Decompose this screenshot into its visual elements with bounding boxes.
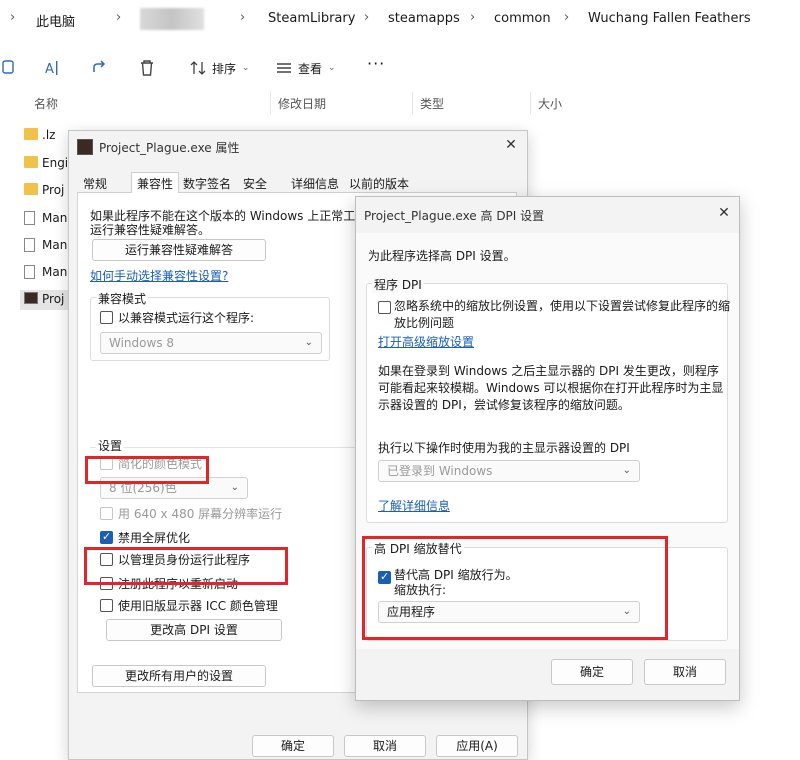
close-icon[interactable]: ✕ (714, 205, 734, 221)
props-ok-button[interactable]: 确定 (252, 735, 334, 757)
res-640-label: 用 640 x 480 屏幕分辨率运行 (118, 507, 283, 521)
override-system-checkbox[interactable] (378, 301, 391, 314)
chevron-down-icon: ⌄ (242, 63, 250, 73)
program-dpi-label: 程序 DPI (372, 276, 424, 293)
file-icon (24, 265, 35, 279)
highlight-dpi-override (362, 536, 668, 640)
column-name[interactable]: 名称 (34, 95, 58, 112)
change-dpi-button[interactable]: 更改高 DPI 设置 (106, 619, 282, 641)
breadcrumb-this-pc[interactable]: 此电脑 (36, 11, 75, 30)
chevron-down-icon: ⌄ (328, 63, 336, 73)
folder-icon (24, 128, 38, 140)
dpi-ok-button[interactable]: 确定 (551, 659, 633, 685)
advanced-scaling-link[interactable]: 打开高级缩放设置 (378, 333, 474, 350)
app-icon (77, 139, 93, 155)
rename-icon[interactable]: A (42, 58, 62, 78)
dpi-choose-text: 为此程序选择高 DPI 设置。 (368, 249, 516, 263)
compat-mode-checkbox[interactable] (100, 311, 113, 324)
more-options-icon[interactable]: ··· (367, 54, 385, 73)
breadcrumb-game-folder[interactable]: Wuchang Fallen Feathers (588, 11, 751, 26)
column-header: 名称 修改日期 类型 大小 (0, 92, 800, 114)
chevron-right-icon: › (470, 10, 476, 25)
file-icon (24, 211, 35, 225)
column-size[interactable]: 大小 (538, 95, 562, 112)
tab-digital-signatures[interactable]: 数字签名 (183, 175, 231, 192)
props-apply-button[interactable]: 应用(A) (436, 735, 518, 757)
compat-mode-checkbox-label: 以兼容模式运行这个程序: (118, 311, 255, 325)
highlight-disable-fullscreen (85, 456, 209, 484)
settings-label: 设置 (96, 437, 125, 454)
breadcrumb-common[interactable]: common (494, 11, 551, 26)
file-icon (24, 238, 35, 252)
override-system-line2: 放比例问题 (394, 316, 455, 330)
tab-compatibility[interactable]: 兼容性 (137, 175, 173, 192)
highlight-change-dpi (84, 547, 288, 585)
dpi-explain-line1: 如果在登录到 Windows 之后主显示器的 DPI 发生更改，则程序 (378, 364, 719, 378)
tab-details[interactable]: 详细信息 (291, 175, 339, 192)
properties-title: Project_Plague.exe 属性 (99, 141, 240, 155)
tab-bar: 常规 兼容性 数字签名 安全 详细信息 以前的版本 (77, 172, 517, 194)
dpi-explain-line2: 可能看起来较模糊。Windows 可以根据你在打开此程序时为主显 (378, 381, 724, 395)
tab-security[interactable]: 安全 (243, 175, 267, 192)
address-bar[interactable]: › 此电脑 › › SteamLibrary › steamapps › com… (0, 0, 800, 40)
use-dpi-select[interactable]: 已登录到 Windows ⌄ (378, 460, 640, 482)
change-all-users-button[interactable]: 更改所有用户的设置 (92, 665, 266, 687)
override-system-line1: 忽略系统中的缩放比例设置，使用以下设置尝试修复此程序的缩 (394, 299, 731, 313)
props-cancel-button[interactable]: 取消 (344, 735, 426, 757)
tab-general[interactable]: 常规 (83, 175, 107, 192)
chevron-right-icon: › (10, 10, 16, 25)
breadcrumb-steamapps[interactable]: steamapps (388, 11, 460, 26)
share-icon[interactable] (90, 58, 110, 78)
dpi-cancel-button[interactable]: 取消 (644, 659, 726, 685)
disable-fullscreen-label: 禁用全屏优化 (118, 531, 191, 545)
sort-icon[interactable] (188, 58, 208, 78)
chevron-right-icon: › (240, 10, 246, 25)
view-button[interactable]: 查看 (298, 60, 322, 77)
copy-icon[interactable] (0, 58, 20, 78)
column-type[interactable]: 类型 (420, 95, 444, 112)
manual-settings-link[interactable]: 如何手动选择兼容性设置? (90, 267, 228, 284)
use-dpi-label: 执行以下操作时使用为我的主显示器设置的 DPI (378, 441, 630, 455)
view-icon[interactable] (274, 58, 294, 78)
delete-icon[interactable] (137, 58, 157, 78)
close-icon[interactable]: ✕ (501, 137, 521, 153)
folder-icon (24, 183, 38, 195)
sort-button[interactable]: 排序 (212, 60, 236, 77)
dpi-title: Project_Plague.exe 高 DPI 设置 (364, 209, 545, 223)
dpi-explain-line3: 示器设置的 DPI，尝试修复该程序的缩放问题。 (378, 398, 630, 412)
svg-text:A: A (45, 62, 54, 77)
legacy-icc-checkbox[interactable] (100, 599, 113, 612)
intro-text-line2: 运行兼容性疑难解答。 (90, 223, 211, 237)
app-icon (24, 292, 38, 304)
compat-mode-label: 兼容模式 (96, 290, 149, 307)
explorer-toolbar: A 排序 ⌄ 查看 ⌄ ··· (0, 48, 800, 88)
chevron-right-icon: › (364, 10, 370, 25)
legacy-icc-label: 使用旧版显示器 ICC 颜色管理 (118, 599, 278, 613)
chevron-right-icon: › (116, 10, 122, 25)
blurred-breadcrumb (140, 8, 204, 30)
res-640-checkbox[interactable] (100, 507, 113, 520)
chevron-right-icon: › (564, 10, 570, 25)
column-date[interactable]: 修改日期 (278, 95, 326, 112)
disable-fullscreen-checkbox[interactable] (100, 530, 113, 544)
tab-previous-versions[interactable]: 以前的版本 (349, 175, 409, 192)
folder-icon (24, 156, 38, 168)
learn-more-link[interactable]: 了解详细信息 (378, 497, 450, 514)
troubleshoot-button[interactable]: 运行兼容性疑难解答 (92, 239, 266, 261)
breadcrumb-steamlibrary[interactable]: SteamLibrary (268, 11, 355, 26)
compat-os-select[interactable]: Windows 8 ⌄ (100, 332, 322, 354)
